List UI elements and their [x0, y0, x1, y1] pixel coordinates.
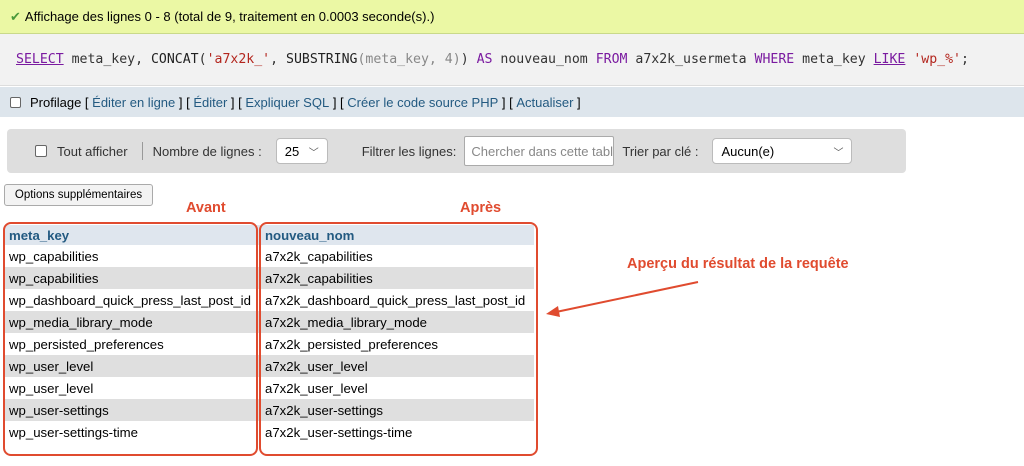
edit-inline-link[interactable]: Éditer en ligne [92, 95, 175, 110]
sql-keyword-from: FROM [595, 52, 628, 67]
chevron-down-icon: ﹀ [833, 147, 844, 159]
filter-rows-label: Filtrer les lignes: [361, 143, 457, 159]
chevron-down-icon: ﹀ [308, 147, 319, 159]
sql-text: nouveau_nom [492, 52, 596, 67]
sql-text: meta_key [794, 52, 874, 67]
annotation-after: Après [460, 200, 502, 216]
sql-text: ( [198, 52, 207, 67]
annotation-preview: Aperçu du résultat de la requête [627, 256, 849, 272]
before-highlight-box [3, 222, 258, 456]
sql-keyword-as: AS [476, 52, 493, 67]
profiling-label: Profilage [30, 94, 82, 110]
annotation-before: Avant [186, 200, 226, 216]
sql-text: meta_key, [63, 52, 151, 67]
rows-count-select[interactable]: 25 ﹀ [275, 138, 328, 164]
profiling-bar: Profilage [ Éditer en ligne ] [ Éditer ]… [0, 87, 1024, 117]
after-highlight-box [259, 222, 538, 456]
sql-function-substring: SUBSTRING [286, 52, 358, 67]
sql-function-args: (meta_key, 4) [357, 52, 461, 67]
link-bracket: ] [573, 94, 581, 110]
show-all-checkbox[interactable] [35, 145, 47, 157]
sort-by-key-select[interactable]: Aucun(e) ﹀ [712, 138, 853, 164]
checkmark-icon: ✔ [10, 8, 21, 24]
link-bracket: [ [81, 94, 93, 110]
sql-function-concat: CONCAT [150, 52, 199, 67]
rows-count-value: 25 [284, 143, 300, 159]
sql-keyword-like[interactable]: LIKE [874, 52, 906, 67]
explain-sql-link[interactable]: Expliquer SQL [245, 95, 329, 110]
sql-string: 'wp_%' [913, 52, 961, 67]
refresh-link[interactable]: Actualiser [516, 95, 573, 110]
link-bracket: ] [ [175, 94, 194, 110]
filter-rows-input[interactable]: Chercher dans cette table [464, 136, 615, 166]
link-bracket: ] [ [498, 94, 517, 110]
annotation-arrow-icon [546, 281, 699, 317]
link-bracket: ] [ [329, 94, 348, 110]
divider [141, 142, 143, 160]
sql-text: a7x2k_usermeta [627, 52, 755, 67]
show-all-label: Tout afficher [57, 143, 128, 159]
sort-by-key-label: Trier par clé : [622, 143, 699, 159]
sql-query-box: SELECT meta_key, CONCAT('a7x2k_', SUBSTR… [0, 34, 1024, 86]
link-bracket: ] [ [227, 94, 246, 110]
sort-by-key-value: Aucun(e) [721, 143, 775, 159]
filter-placeholder: Chercher dans cette table [471, 143, 615, 159]
navigation-toolbar: Tout afficher Nombre de lignes : 25 ﹀ Fi… [7, 129, 906, 173]
edit-link[interactable]: Éditer [193, 95, 227, 110]
rows-count-label: Nombre de lignes : [152, 143, 262, 159]
extra-options-button[interactable]: Options supplémentaires [4, 184, 153, 206]
sql-keyword-where: WHERE [754, 52, 795, 67]
sql-text: ; [960, 52, 969, 67]
status-message: Affichage des lignes 0 - 8 (total de 9, … [24, 9, 435, 24]
profiling-checkbox[interactable] [10, 96, 21, 108]
sql-text: , [270, 52, 286, 67]
success-message-bar: ✔ Affichage des lignes 0 - 8 (total de 9… [0, 0, 1024, 34]
sql-string: 'a7x2k_' [206, 52, 271, 67]
sql-keyword-select[interactable]: SELECT [16, 52, 64, 67]
create-php-link[interactable]: Créer le code source PHP [347, 95, 498, 110]
sql-text: ) [460, 52, 477, 67]
